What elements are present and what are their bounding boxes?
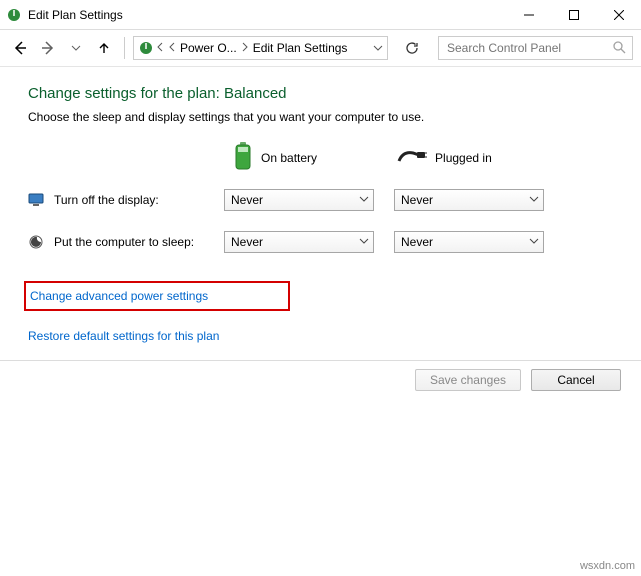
row-turn-off-display: Turn off the display: Never Never xyxy=(28,189,613,211)
links-section: Change advanced power settings Restore d… xyxy=(28,281,613,343)
display-plugged-in-select[interactable]: Never xyxy=(394,189,544,211)
window-title: Edit Plan Settings xyxy=(28,8,123,22)
plug-icon xyxy=(397,147,427,168)
title-bar: Edit Plan Settings xyxy=(0,0,641,30)
up-button[interactable] xyxy=(92,36,116,60)
display-on-battery-select[interactable]: Never xyxy=(224,189,374,211)
panel-icon xyxy=(138,40,154,56)
page-title: Change settings for the plan: Balanced xyxy=(28,85,613,102)
chevron-left-icon[interactable] xyxy=(168,41,176,55)
search-icon[interactable] xyxy=(612,40,626,57)
search-box[interactable] xyxy=(438,36,633,60)
battery-icon xyxy=(233,142,253,173)
back-button[interactable] xyxy=(8,36,32,60)
watermark: wsxdn.com xyxy=(580,560,635,572)
window-buttons xyxy=(506,0,641,29)
breadcrumb-item-power-options[interactable]: Power O... xyxy=(178,37,239,59)
column-on-battery: On battery xyxy=(233,142,317,173)
breadcrumb-item-edit-plan[interactable]: Edit Plan Settings xyxy=(251,37,350,59)
breadcrumb[interactable]: Power O... Edit Plan Settings xyxy=(133,36,388,60)
moon-icon xyxy=(28,234,44,250)
chevron-down-icon xyxy=(529,235,539,249)
minimize-button[interactable] xyxy=(506,0,551,29)
row-sleep: Put the computer to sleep: Never Never xyxy=(28,231,613,253)
column-headers: On battery Plugged in xyxy=(28,142,613,173)
chevron-down-icon xyxy=(529,193,539,207)
breadcrumb-dropdown[interactable] xyxy=(367,37,387,59)
chevron-right-icon[interactable] xyxy=(241,41,249,55)
change-advanced-power-settings-link[interactable]: Change advanced power settings xyxy=(30,289,208,303)
nav-bar: Power O... Edit Plan Settings xyxy=(0,30,641,66)
cancel-button[interactable]: Cancel xyxy=(531,369,621,391)
separator xyxy=(124,37,125,59)
chevron-down-icon xyxy=(359,235,369,249)
display-icon xyxy=(28,192,44,208)
column-label: Plugged in xyxy=(435,151,492,165)
advanced-settings-highlight: Change advanced power settings xyxy=(24,281,290,311)
close-button[interactable] xyxy=(596,0,641,29)
maximize-button[interactable] xyxy=(551,0,596,29)
search-input[interactable] xyxy=(445,40,606,56)
forward-button[interactable] xyxy=(36,36,60,60)
chevron-left-icon[interactable] xyxy=(156,41,164,55)
app-icon xyxy=(6,7,22,23)
chevron-down-icon xyxy=(359,193,369,207)
page-subtext: Choose the sleep and display settings th… xyxy=(28,110,613,124)
column-label: On battery xyxy=(261,151,317,165)
content-area: Change settings for the plan: Balanced C… xyxy=(0,66,641,379)
sleep-plugged-in-select[interactable]: Never xyxy=(394,231,544,253)
refresh-button[interactable] xyxy=(400,36,424,60)
sleep-on-battery-select[interactable]: Never xyxy=(224,231,374,253)
recent-locations-button[interactable] xyxy=(64,36,88,60)
column-plugged-in: Plugged in xyxy=(397,147,492,168)
restore-default-settings-link[interactable]: Restore default settings for this plan xyxy=(28,329,219,343)
row-label: Turn off the display: xyxy=(54,193,224,207)
row-label: Put the computer to sleep: xyxy=(54,235,224,249)
footer: Save changes Cancel xyxy=(0,360,641,399)
save-changes-button[interactable]: Save changes xyxy=(415,369,521,391)
